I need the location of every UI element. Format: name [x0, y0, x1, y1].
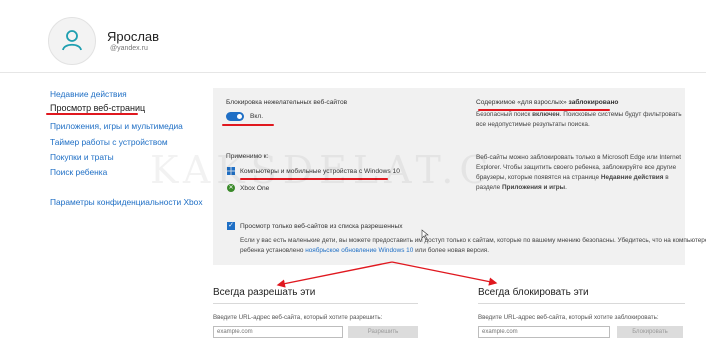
- block-url-input[interactable]: [478, 326, 610, 338]
- allow-section-divider: [213, 303, 418, 304]
- allow-url-input[interactable]: [213, 326, 343, 338]
- block-button[interactable]: Блокировать: [617, 326, 683, 338]
- allow-button[interactable]: Разрешить: [348, 326, 418, 338]
- block-section-desc: Введите URL-адрес веб-сайта, который хот…: [478, 314, 659, 321]
- block-section-title: Всегда блокировать эти: [478, 287, 589, 298]
- annotation-arrows: [276, 229, 498, 288]
- allow-section-desc: Введите URL-адрес веб-сайта, который хот…: [213, 314, 383, 321]
- mouse-cursor-icon: [421, 229, 429, 241]
- arrow-to-block: [391, 261, 498, 286]
- arrow-to-allow: [276, 261, 393, 288]
- block-section-divider: [478, 303, 685, 304]
- allow-section-title: Всегда разрешать эти: [213, 287, 316, 298]
